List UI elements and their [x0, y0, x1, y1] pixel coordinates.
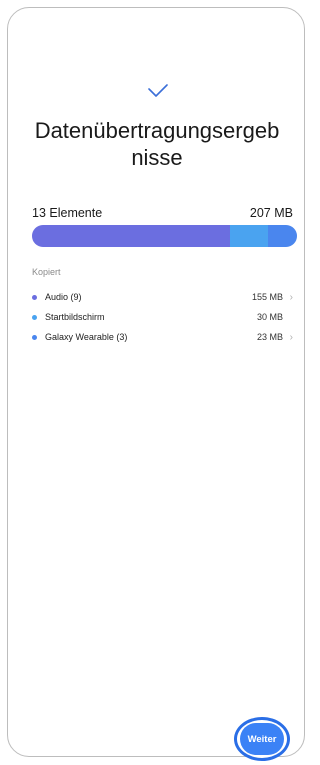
page-title-line-2: nisse — [131, 145, 183, 170]
storage-bar-segment — [229, 225, 268, 247]
next-button[interactable]: Weiter — [240, 723, 284, 755]
list-item-galaxy-wearable[interactable]: Galaxy Wearable (3) 23 MB › — [32, 327, 293, 347]
category-dot — [32, 334, 37, 340]
phone-frame: Datenübertragungsergeb nisse 13 Elemente… — [7, 7, 305, 757]
category-dot — [32, 294, 37, 300]
summary-row: 13 Elemente 207 MB — [32, 206, 293, 220]
item-label: Startbildschirm — [45, 312, 105, 322]
chevron-right-icon: › — [289, 331, 293, 343]
item-size: 155 MB — [251, 292, 283, 302]
checkmark-icon — [148, 84, 168, 97]
list-item-audio[interactable]: Audio (9) 155 MB › — [32, 287, 293, 307]
storage-bar-segment — [32, 225, 230, 247]
next-button-highlight[interactable]: Weiter — [234, 717, 290, 761]
section-label-copied: Kopiert — [32, 267, 61, 277]
category-dot — [32, 314, 37, 320]
item-size: 23 MB — [256, 332, 283, 342]
item-size: 30 MB — [256, 312, 283, 322]
page-title: Datenübertragungsergeb nisse — [8, 117, 304, 171]
storage-bar — [32, 225, 297, 247]
total-size: 207 MB — [249, 206, 293, 220]
chevron-right-icon: › — [289, 291, 293, 303]
transfer-list: Audio (9) 155 MB › Startbildschirm 30 MB… — [32, 287, 293, 347]
item-label: Galaxy Wearable (3) — [45, 332, 128, 342]
page-title-line-1: Datenübertragungsergeb — [34, 118, 280, 143]
storage-bar-segment — [267, 225, 297, 247]
item-count: 13 Elemente — [32, 206, 103, 220]
item-label: Audio (9) — [45, 292, 82, 302]
list-item-homescreen: Startbildschirm 30 MB — [32, 307, 293, 327]
